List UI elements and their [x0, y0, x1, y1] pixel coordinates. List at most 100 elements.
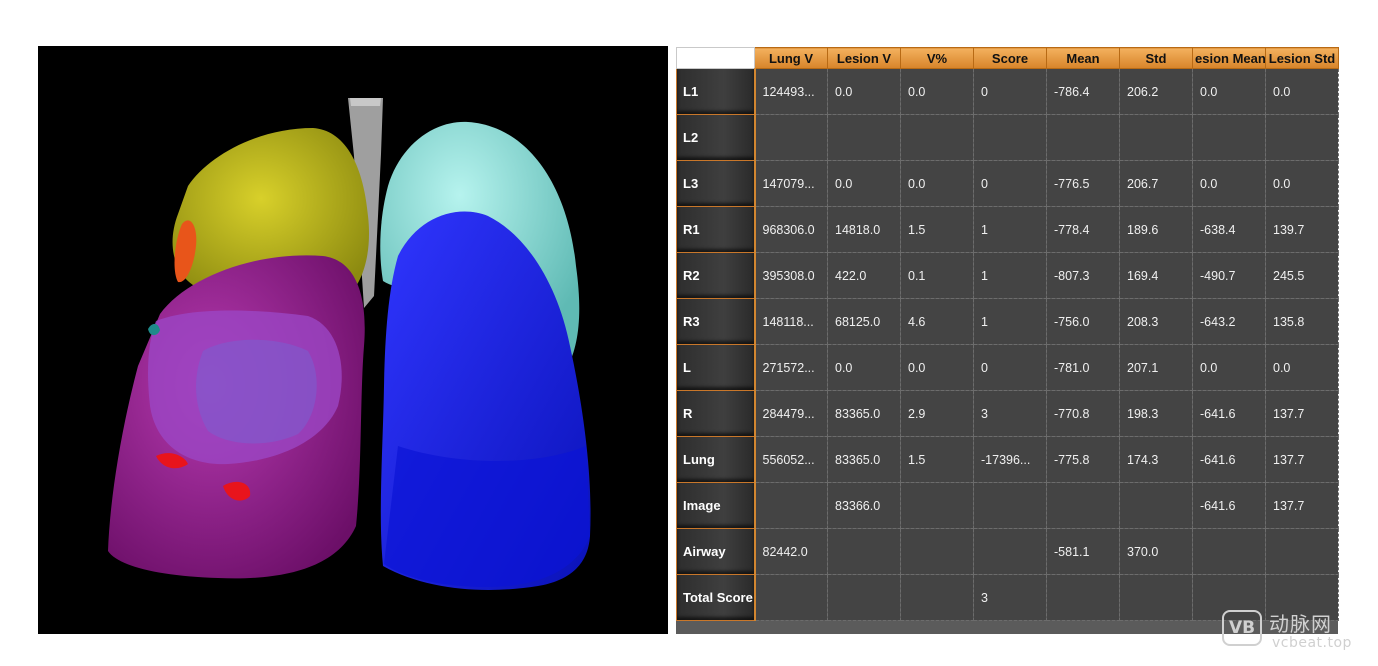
table-cell[interactable]: [900, 482, 974, 529]
table-cell[interactable]: -641.6: [1192, 482, 1266, 529]
column-header[interactable]: Lesion V: [827, 47, 901, 69]
table-cell[interactable]: 0: [973, 344, 1047, 391]
row-header[interactable]: L3: [676, 160, 756, 207]
row-header[interactable]: R: [676, 390, 756, 437]
table-cell[interactable]: 0.0: [1265, 160, 1339, 207]
table-cell[interactable]: 137.7: [1265, 436, 1339, 483]
table-cell[interactable]: 148118...: [754, 298, 828, 345]
table-cell[interactable]: 422.0: [827, 252, 901, 299]
table-cell[interactable]: 147079...: [754, 160, 828, 207]
table-cell[interactable]: 137.7: [1265, 482, 1339, 529]
table-cell[interactable]: 0.0: [827, 344, 901, 391]
table-cell[interactable]: -643.2: [1192, 298, 1266, 345]
table-cell[interactable]: 0.0: [900, 160, 974, 207]
table-cell[interactable]: [827, 574, 901, 621]
table-cell[interactable]: [754, 574, 828, 621]
table-cell[interactable]: [900, 528, 974, 575]
table-cell[interactable]: -776.5: [1046, 160, 1120, 207]
table-corner-cell[interactable]: [676, 47, 755, 69]
table-cell[interactable]: 174.3: [1119, 436, 1193, 483]
table-cell[interactable]: 135.8: [1265, 298, 1339, 345]
row-header[interactable]: R3: [676, 298, 756, 345]
table-cell[interactable]: 0.0: [1265, 68, 1339, 115]
table-cell[interactable]: 14818.0: [827, 206, 901, 253]
table-cell[interactable]: 1.5: [900, 436, 974, 483]
table-cell[interactable]: [754, 482, 828, 529]
table-cell[interactable]: 245.5: [1265, 252, 1339, 299]
row-header[interactable]: L1: [676, 68, 756, 115]
column-header[interactable]: Mean: [1046, 47, 1120, 69]
table-row[interactable]: Lung 556052... 83365.0 1.5 -17396... -77…: [676, 436, 1339, 483]
column-header[interactable]: Score: [973, 47, 1047, 69]
column-header[interactable]: Std: [1119, 47, 1193, 69]
table-cell[interactable]: 0.0: [1192, 160, 1266, 207]
table-cell[interactable]: 198.3: [1119, 390, 1193, 437]
row-header[interactable]: R2: [676, 252, 756, 299]
table-cell[interactable]: -778.4: [1046, 206, 1120, 253]
table-cell[interactable]: 0: [973, 68, 1047, 115]
table-cell[interactable]: 3: [973, 574, 1047, 621]
row-header[interactable]: L: [676, 344, 756, 391]
table-cell[interactable]: -638.4: [1192, 206, 1266, 253]
table-cell[interactable]: [827, 114, 901, 161]
table-cell[interactable]: -781.0: [1046, 344, 1120, 391]
table-cell[interactable]: 1: [973, 298, 1047, 345]
table-row[interactable]: Airway 82442.0 -581.1 370.0: [676, 528, 1339, 575]
table-cell[interactable]: [827, 528, 901, 575]
table-cell[interactable]: 208.3: [1119, 298, 1193, 345]
table-cell[interactable]: 370.0: [1119, 528, 1193, 575]
table-cell[interactable]: 189.6: [1119, 206, 1193, 253]
table-cell[interactable]: 556052...: [754, 436, 828, 483]
table-cell[interactable]: 0.0: [900, 344, 974, 391]
table-row[interactable]: R1 968306.0 14818.0 1.5 1 -778.4 189.6 -…: [676, 206, 1339, 253]
table-cell[interactable]: 206.2: [1119, 68, 1193, 115]
table-cell[interactable]: 139.7: [1265, 206, 1339, 253]
table-cell[interactable]: 0.0: [1192, 344, 1266, 391]
table-cell[interactable]: 1.5: [900, 206, 974, 253]
table-cell[interactable]: 124493...: [754, 68, 828, 115]
table-cell[interactable]: 4.6: [900, 298, 974, 345]
table-cell[interactable]: [1192, 528, 1266, 575]
column-header[interactable]: esion Mean: [1192, 47, 1266, 69]
table-cell[interactable]: 0.1: [900, 252, 974, 299]
column-header[interactable]: Lesion Std: [1265, 47, 1339, 69]
table-cell[interactable]: -775.8: [1046, 436, 1120, 483]
table-cell[interactable]: 68125.0: [827, 298, 901, 345]
table-cell[interactable]: 2.9: [900, 390, 974, 437]
table-cell[interactable]: 0.0: [900, 68, 974, 115]
table-cell[interactable]: -641.6: [1192, 390, 1266, 437]
table-cell[interactable]: 0: [973, 160, 1047, 207]
table-row[interactable]: L3 147079... 0.0 0.0 0 -776.5 206.7 0.0 …: [676, 160, 1339, 207]
table-cell[interactable]: 207.1: [1119, 344, 1193, 391]
table-row[interactable]: R2 395308.0 422.0 0.1 1 -807.3 169.4 -49…: [676, 252, 1339, 299]
table-cell[interactable]: [973, 114, 1047, 161]
table-cell[interactable]: [1265, 528, 1339, 575]
table-row[interactable]: R 284479... 83365.0 2.9 3 -770.8 198.3 -…: [676, 390, 1339, 437]
table-cell[interactable]: 1: [973, 252, 1047, 299]
table-cell[interactable]: [1119, 574, 1193, 621]
table-row[interactable]: R3 148118... 68125.0 4.6 1 -756.0 208.3 …: [676, 298, 1339, 345]
table-row[interactable]: L2: [676, 114, 1339, 161]
table-cell[interactable]: 83365.0: [827, 390, 901, 437]
table-cell[interactable]: [1192, 114, 1266, 161]
table-cell[interactable]: 284479...: [754, 390, 828, 437]
table-cell[interactable]: [1046, 482, 1120, 529]
table-cell[interactable]: 0.0: [1265, 344, 1339, 391]
row-header[interactable]: Airway: [676, 528, 756, 575]
row-header[interactable]: Total Score: [676, 574, 756, 621]
table-cell[interactable]: [1265, 114, 1339, 161]
table-cell[interactable]: 0.0: [827, 68, 901, 115]
table-cell[interactable]: [1046, 114, 1120, 161]
table-cell[interactable]: -581.1: [1046, 528, 1120, 575]
row-header[interactable]: R1: [676, 206, 756, 253]
table-cell[interactable]: -17396...: [973, 436, 1047, 483]
table-cell[interactable]: [1046, 574, 1120, 621]
table-cell[interactable]: -641.6: [1192, 436, 1266, 483]
table-row[interactable]: L1 124493... 0.0 0.0 0 -786.4 206.2 0.0 …: [676, 68, 1339, 115]
table-cell[interactable]: -770.8: [1046, 390, 1120, 437]
table-row[interactable]: Image 83366.0 -641.6 137.7: [676, 482, 1339, 529]
table-cell[interactable]: [900, 114, 974, 161]
table-cell[interactable]: 206.7: [1119, 160, 1193, 207]
row-header[interactable]: Lung: [676, 436, 756, 483]
table-row[interactable]: L 271572... 0.0 0.0 0 -781.0 207.1 0.0 0…: [676, 344, 1339, 391]
